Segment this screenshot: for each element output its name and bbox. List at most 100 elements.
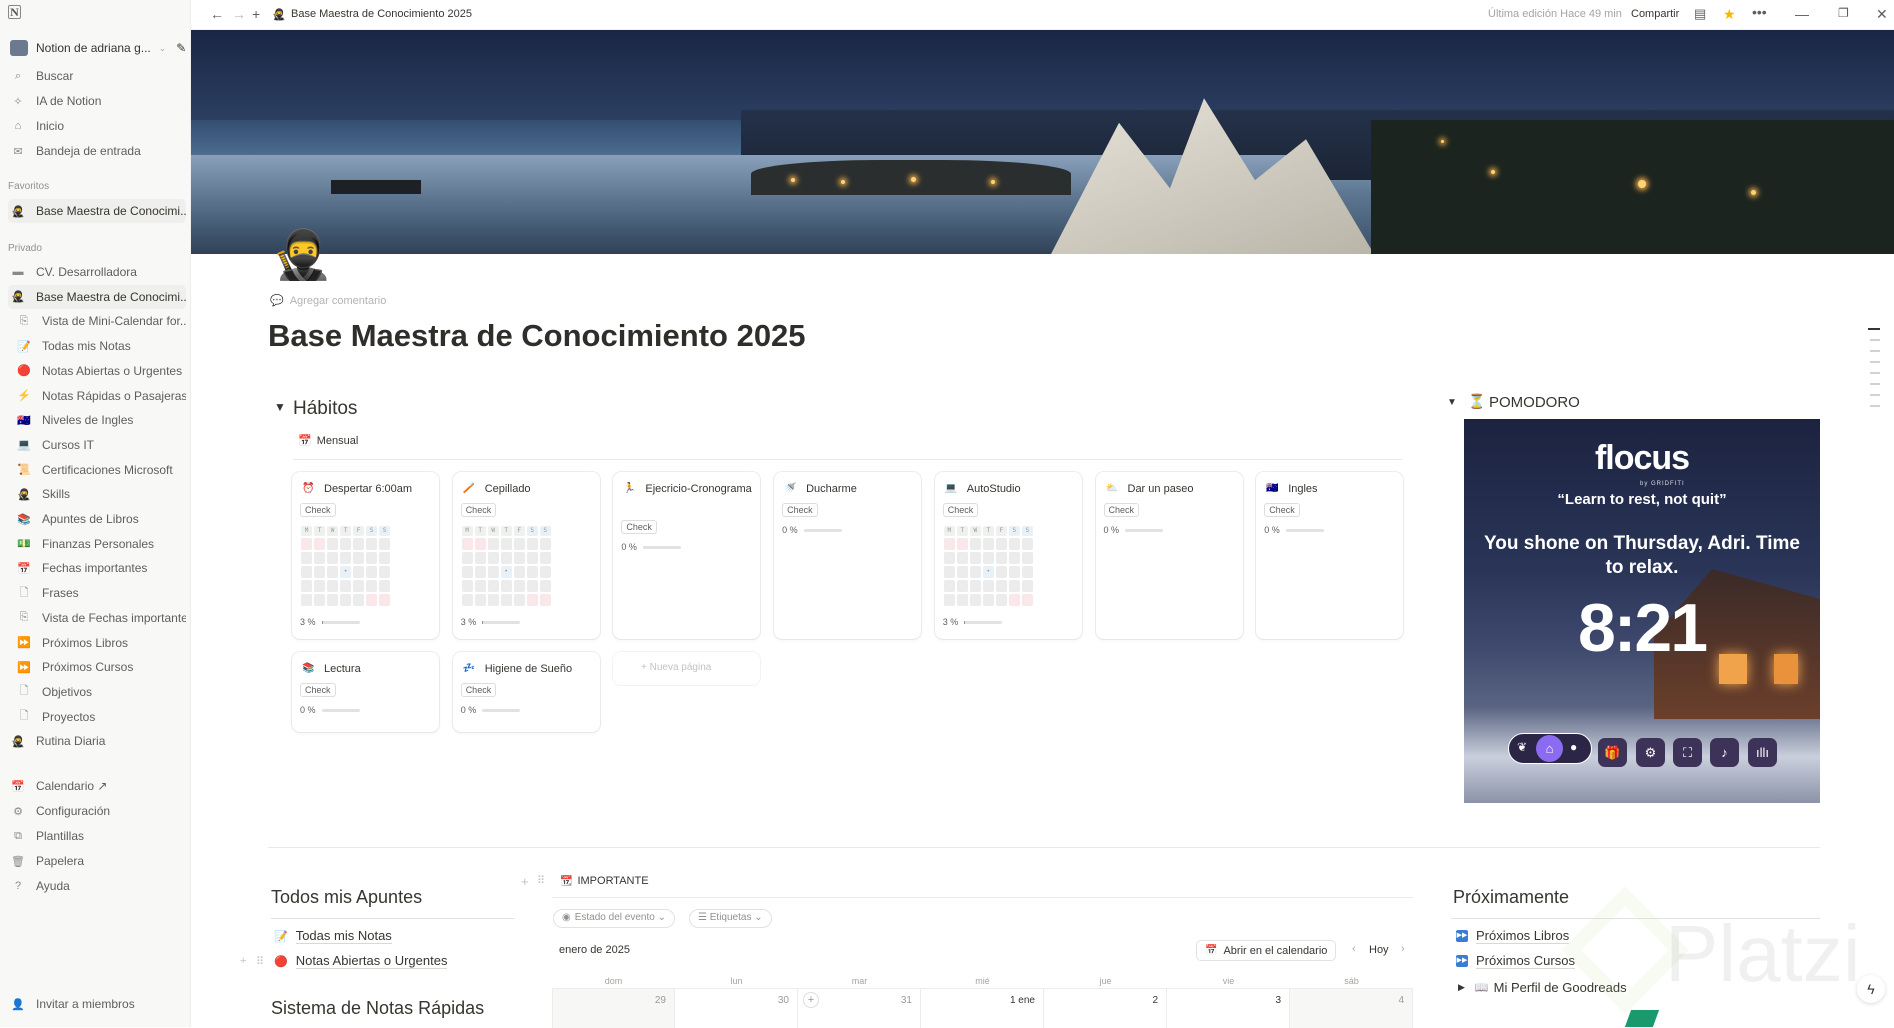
notion-ai-icon[interactable]: ϟ — [1857, 975, 1885, 1003]
day-cell[interactable] — [526, 594, 538, 606]
day-cell[interactable] — [353, 580, 364, 592]
day-cell[interactable] — [461, 580, 473, 592]
gear-icon[interactable]: ⚙ — [1636, 738, 1665, 767]
bulb-icon[interactable]: ● — [1570, 740, 1577, 754]
day-cell[interactable] — [327, 566, 338, 578]
page-title[interactable]: Base Maestra de Conocimiento 2025 — [268, 318, 806, 354]
toggle-triangle-icon[interactable]: ▼ — [1447, 397, 1457, 408]
day-cell[interactable] — [1021, 594, 1033, 606]
breadcrumb[interactable]: Base Maestra de Conocimiento 2025 — [291, 8, 472, 20]
sidebar-item[interactable]: 🗋 Proyectos — [14, 705, 186, 729]
sidebar-item[interactable]: 🗑 Papelera — [8, 849, 186, 873]
sidebar-item[interactable]: 🗋 Frases — [14, 581, 186, 605]
day-cell[interactable] — [956, 552, 968, 564]
sidebar-item[interactable]: ⌂ Inicio — [8, 114, 186, 138]
day-cell[interactable] — [314, 566, 325, 578]
day-cell[interactable] — [474, 552, 486, 564]
day-cell[interactable] — [943, 580, 955, 592]
sidebar-item[interactable]: 📅 Calendario ↗ — [8, 774, 186, 798]
day-cell[interactable] — [379, 580, 390, 592]
day-cell[interactable] — [969, 566, 981, 578]
workspace-switcher[interactable]: Notion de adriana g... ⌄ ✎ — [8, 36, 186, 60]
day-cell[interactable] — [526, 580, 538, 592]
toggle-triangle-icon[interactable]: ▼ — [274, 400, 286, 414]
habit-card[interactable]: ⛅ Dar un paseo Check 0 % — [1095, 472, 1243, 639]
sidebar-item[interactable]: 📚 Apuntes de Libros — [14, 507, 186, 531]
day-cell[interactable] — [513, 552, 525, 564]
day-cell[interactable] — [526, 566, 538, 578]
next-month-icon[interactable]: › — [1401, 943, 1405, 955]
sidebar-item[interactable]: ⏩ Próximos Libros — [14, 631, 186, 655]
habit-card[interactable]: 🏃 Ejecricio-Cronograma Check 0 % — [613, 472, 761, 639]
share-button[interactable]: Compartir — [1631, 8, 1679, 20]
sidebar-item[interactable]: ⚙ Configuración — [8, 799, 186, 823]
day-cell[interactable] — [982, 580, 994, 592]
habit-card[interactable]: 🪥 Cepillado Check M T W T F S S • 3 % — [452, 472, 600, 639]
day-cell[interactable] — [314, 552, 325, 564]
sidebar-item[interactable]: ⚡ Notas Rápidas o Pasajeras — [14, 384, 186, 408]
day-cell[interactable] — [379, 538, 390, 550]
day-cell[interactable] — [487, 594, 499, 606]
check-button[interactable]: Check — [942, 503, 979, 517]
add-event-icon[interactable]: + — [803, 992, 819, 1008]
invite-members-button[interactable]: 👤 Invitar a miembros — [8, 992, 186, 1016]
forward-icon[interactable]: → — [232, 6, 246, 22]
sidebar-item[interactable]: 🇦🇺 Niveles de Ingles — [14, 408, 186, 432]
music-icon[interactable]: ♪ — [1710, 738, 1739, 767]
star-icon[interactable]: ★ — [1723, 6, 1736, 23]
day-cell[interactable] — [956, 538, 968, 550]
day-cell[interactable] — [314, 580, 325, 592]
day-cell[interactable] — [327, 594, 338, 606]
day-cell[interactable] — [340, 594, 351, 606]
outline-mark[interactable] — [1870, 405, 1880, 407]
day-cell[interactable] — [474, 538, 486, 550]
day-cell[interactable] — [539, 538, 551, 550]
day-cell[interactable] — [995, 594, 1007, 606]
minimize-icon[interactable]: — — [1795, 6, 1809, 22]
calendar-day[interactable]: 1 ene — [921, 988, 1044, 1028]
outline-mark[interactable] — [1870, 350, 1880, 352]
day-cell[interactable] — [474, 566, 486, 578]
day-cell[interactable] — [526, 552, 538, 564]
drag-handle-icon[interactable]: ⠿ — [537, 874, 545, 887]
day-cell[interactable] — [995, 580, 1007, 592]
new-tab-icon[interactable]: + — [252, 6, 260, 22]
check-button[interactable]: Check — [300, 683, 336, 697]
day-cell[interactable] — [1008, 580, 1020, 592]
new-page-icon[interactable]: ✎ — [176, 41, 186, 55]
day-cell[interactable] — [956, 580, 968, 592]
sidebar-item[interactable]: ⏩ Próximos Cursos — [14, 655, 186, 679]
day-cell[interactable] — [500, 538, 512, 550]
day-cell[interactable] — [301, 538, 312, 550]
day-cell[interactable] — [314, 538, 325, 550]
sidebar-item[interactable]: ⧉ Plantillas — [8, 824, 186, 848]
day-cell[interactable] — [969, 580, 981, 592]
sidebar-item[interactable]: ▬ CV. Desarrolladora — [8, 260, 186, 284]
filter-estado[interactable]: ◉ Estado del evento ⌄ — [553, 909, 675, 928]
database-title[interactable]: 📆 IMPORTANTE — [560, 875, 649, 887]
sidebar-item[interactable]: 📜 Certificaciones Microsoft — [14, 458, 186, 482]
calendar-day[interactable]: 4 — [1290, 988, 1413, 1028]
calendar-day[interactable]: 2 — [1044, 988, 1167, 1028]
outline-mark[interactable] — [1870, 339, 1880, 341]
day-cell[interactable] — [526, 538, 538, 550]
day-cell[interactable] — [1021, 566, 1033, 578]
toggle-triangle-icon[interactable]: ▶ — [1458, 982, 1465, 993]
outline-mark[interactable] — [1870, 361, 1880, 363]
day-cell[interactable] — [1021, 538, 1033, 550]
day-cell[interactable] — [943, 538, 955, 550]
outline-mark[interactable] — [1870, 394, 1880, 396]
check-button[interactable]: Check — [460, 683, 497, 697]
day-cell[interactable] — [301, 566, 312, 578]
day-cell[interactable] — [327, 538, 338, 550]
day-cell[interactable] — [500, 594, 512, 606]
sidebar-item[interactable]: ⎘ Vista de Mini-Calendar for... — [14, 309, 186, 333]
day-cell[interactable] — [353, 566, 364, 578]
day-cell[interactable] — [474, 594, 486, 606]
day-cell[interactable] — [969, 538, 981, 550]
day-cell[interactable] — [513, 566, 525, 578]
day-cell[interactable] — [1008, 594, 1020, 606]
day-cell[interactable] — [487, 538, 499, 550]
leaf-icon[interactable]: ❦ — [1517, 740, 1527, 754]
link-proximos-libros[interactable]: ▶▶ Próximos Libros — [1456, 928, 1570, 944]
